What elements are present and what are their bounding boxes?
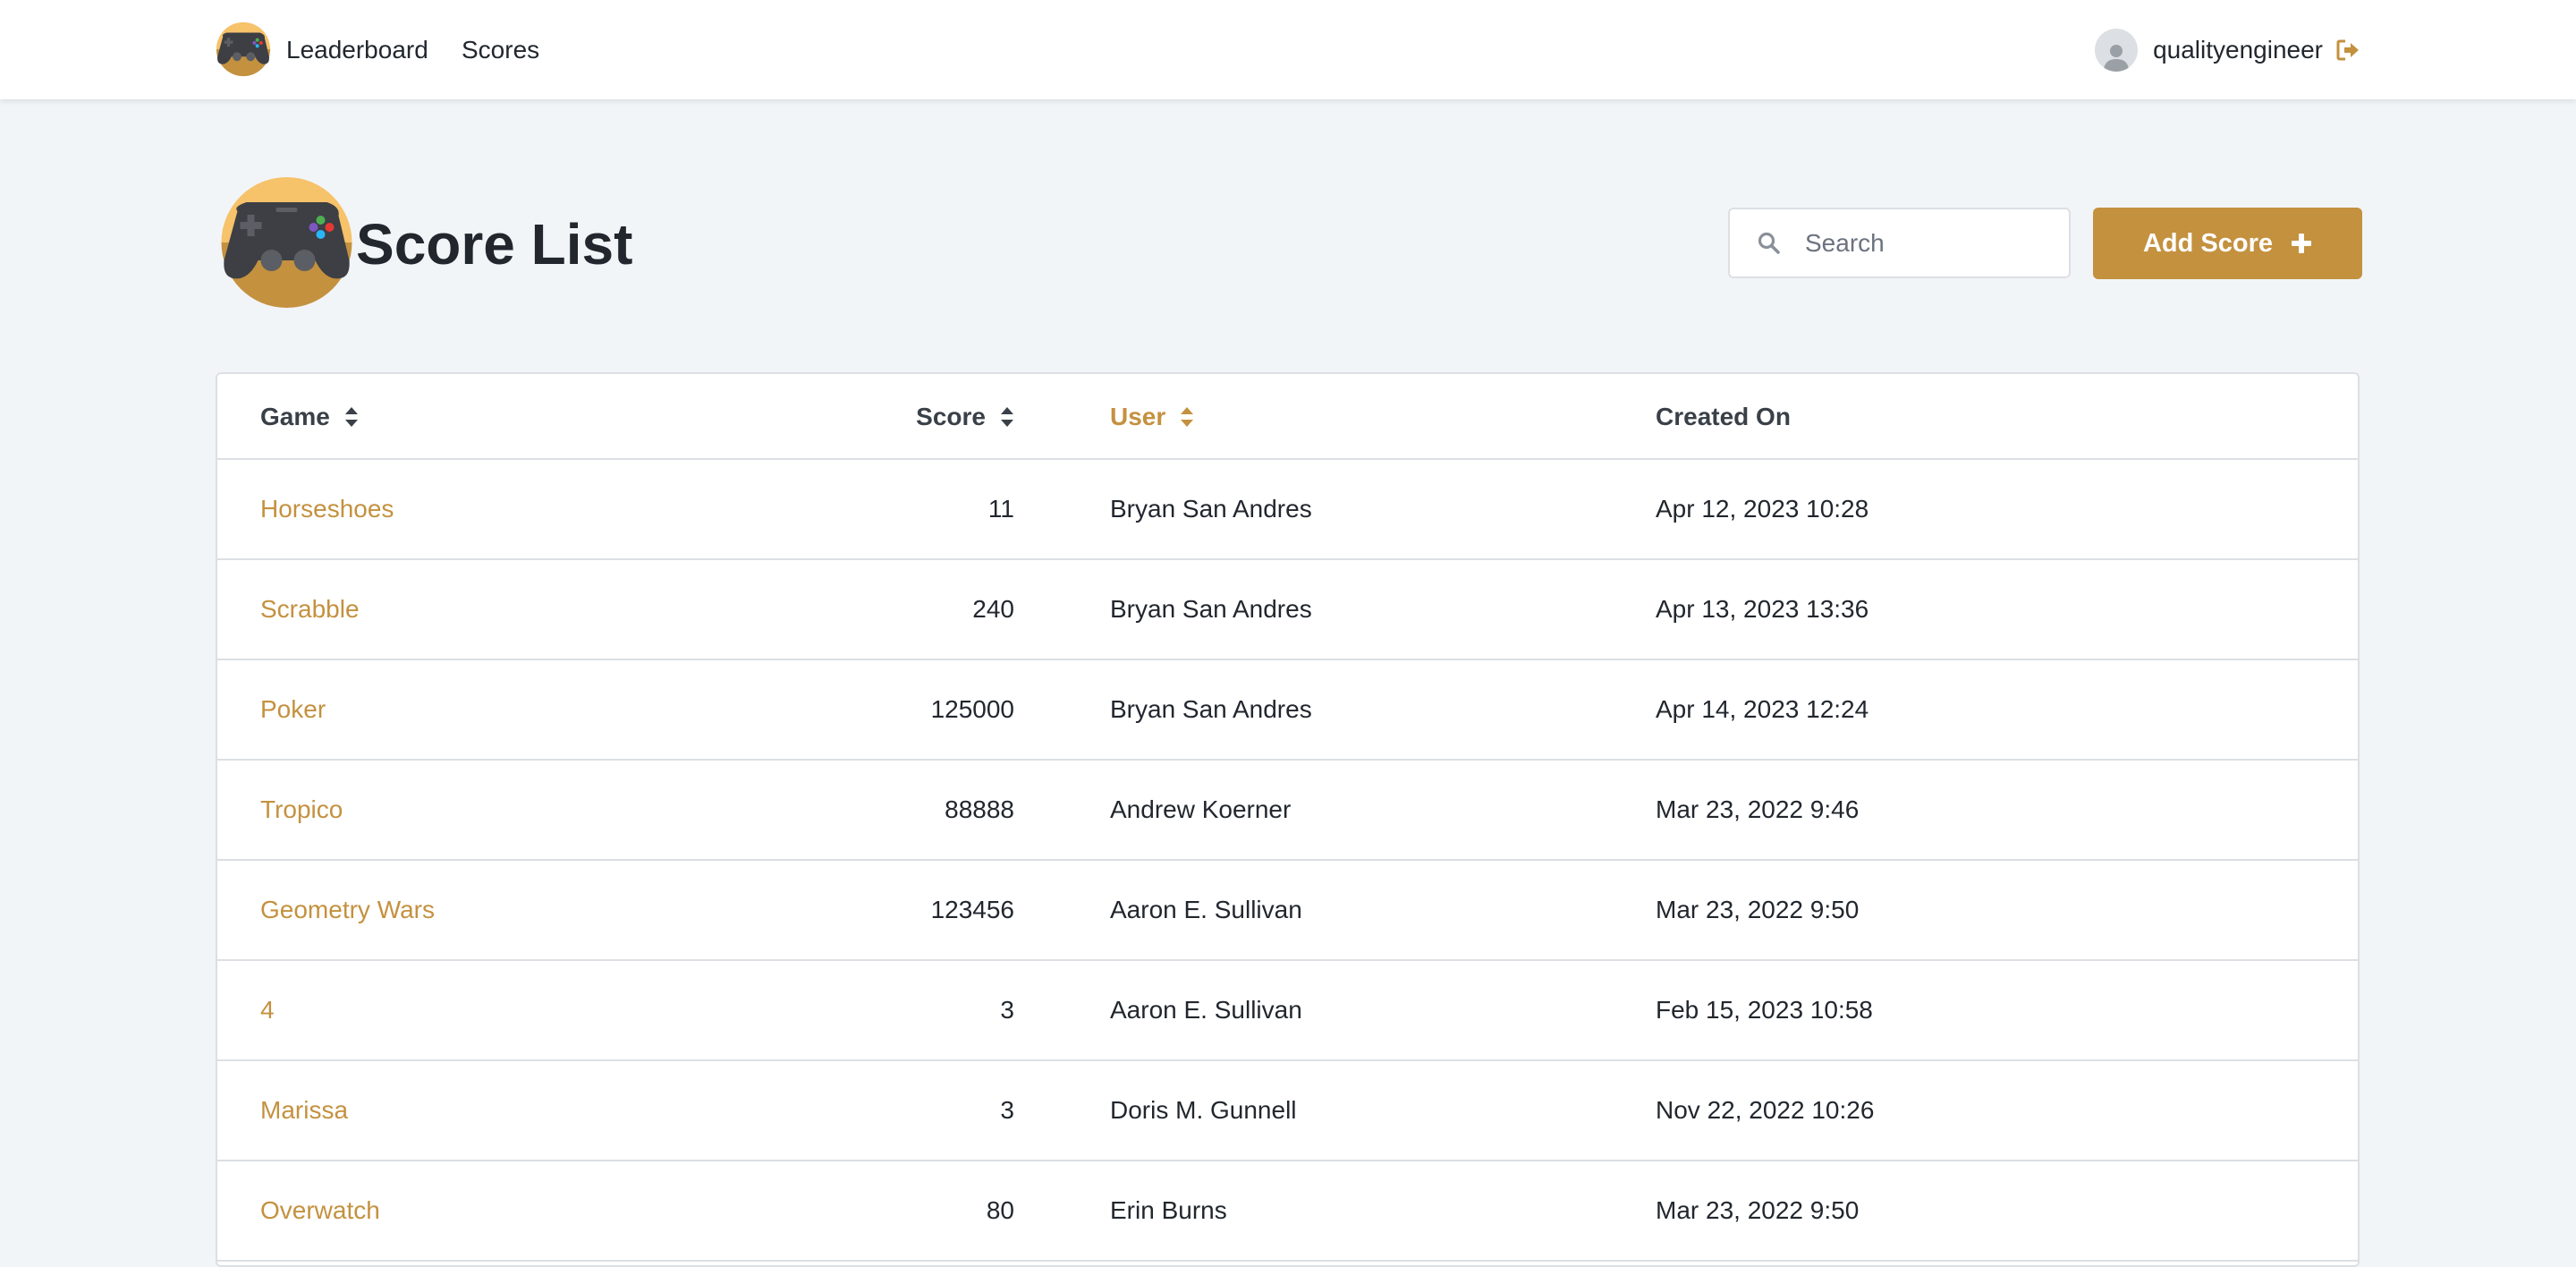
table-row: Horseshoes 11 Bryan San Andres Apr 12, 2… [217,460,2358,560]
score-value: 3 [1000,996,1014,1024]
game-link[interactable]: Horseshoes [260,493,394,525]
table-row: Scrabble 240 Bryan San Andres Apr 13, 20… [217,560,2358,660]
nav-link-leaderboard[interactable]: Leaderboard [286,32,428,68]
sort-icon [344,407,358,427]
score-value: 3 [1000,1096,1014,1124]
user-name: Bryan San Andres [1110,495,1312,523]
game-link[interactable]: Scrabble [260,593,360,625]
created-on: Apr 13, 2023 13:36 [1656,595,1869,623]
game-link[interactable]: Marissa [260,1094,348,1127]
add-score-label: Add Score [2142,228,2274,258]
created-on: Mar 23, 2022 9:46 [1656,795,1860,823]
game-link[interactable]: 4 [260,994,275,1026]
score-value: 125000 [930,695,1014,723]
game-link[interactable]: Geometry Wars [260,894,435,926]
column-header-user[interactable]: User [1110,401,1194,433]
table-row: Poker 125000 Bryan San Andres Apr 14, 20… [217,660,2358,761]
created-on: Mar 23, 2022 9:50 [1656,1196,1860,1224]
nav-link-scores[interactable]: Scores [462,32,539,68]
score-value: 11 [987,495,1014,523]
column-label: Game [260,403,330,430]
table-header: Game Score User Created On [217,374,2358,460]
search-input[interactable] [1803,227,2039,259]
table-row: Tropico 88888 Andrew Koerner Mar 23, 202… [217,761,2358,861]
user-name: Aaron E. Sullivan [1110,996,1302,1024]
column-header-created-on: Created On [1656,401,1791,433]
gamepad-logo-icon[interactable] [214,21,273,77]
top-navbar: Leaderboard Scores qualityengineer [0,0,2576,99]
sort-icon [1001,407,1013,427]
table-row: Geometry Wars 123456 Aaron E. Sullivan M… [217,861,2358,961]
column-label: User [1110,403,1166,430]
search-field[interactable] [1728,208,2071,278]
plus-icon [2292,234,2312,253]
created-on: Apr 14, 2023 12:24 [1656,695,1869,723]
score-value: 80 [986,1196,1014,1224]
user-name: Erin Burns [1110,1196,1227,1224]
table-row: 4 3 Aaron E. Sullivan Feb 15, 2023 10:58 [217,961,2358,1061]
table-row: Overwatch 80 Erin Burns Mar 23, 2022 9:5… [217,1161,2358,1262]
column-label: Score [916,403,986,430]
created-on: Nov 22, 2022 10:26 [1656,1096,1875,1124]
score-value: 123456 [930,896,1014,923]
column-label: Created On [1656,403,1791,430]
game-link[interactable]: Tropico [260,794,343,826]
column-header-score[interactable]: Score [916,401,1014,433]
created-on: Apr 12, 2023 10:28 [1656,495,1869,523]
user-name: Bryan San Andres [1110,695,1312,723]
user-menu: qualityengineer [2095,27,2360,73]
sign-out-icon[interactable] [2335,38,2360,63]
game-link[interactable]: Poker [260,693,326,726]
table-row: Marissa 3 Doris M. Gunnell Nov 22, 2022 … [217,1061,2358,1161]
game-link[interactable]: Overwatch [260,1195,380,1227]
score-value: 88888 [945,795,1014,823]
created-on: Mar 23, 2022 9:50 [1656,896,1860,923]
sort-icon [1181,407,1194,427]
user-name: Doris M. Gunnell [1110,1096,1297,1124]
score-table: Game Score User Created On Horseshoes 11… [216,372,2360,1267]
page-title: Score List [356,212,633,276]
score-value: 240 [972,595,1014,623]
search-icon [1758,232,1780,254]
username: qualityengineer [2153,36,2323,64]
user-name: Bryan San Andres [1110,595,1312,623]
gamepad-logo-icon [221,177,352,308]
user-name: Aaron E. Sullivan [1110,896,1302,923]
user-name: Andrew Koerner [1110,795,1292,823]
column-header-game[interactable]: Game [260,401,359,433]
add-score-button[interactable]: Add Score [2093,208,2362,279]
user-avatar-icon[interactable] [2095,29,2139,72]
created-on: Feb 15, 2023 10:58 [1656,996,1873,1024]
